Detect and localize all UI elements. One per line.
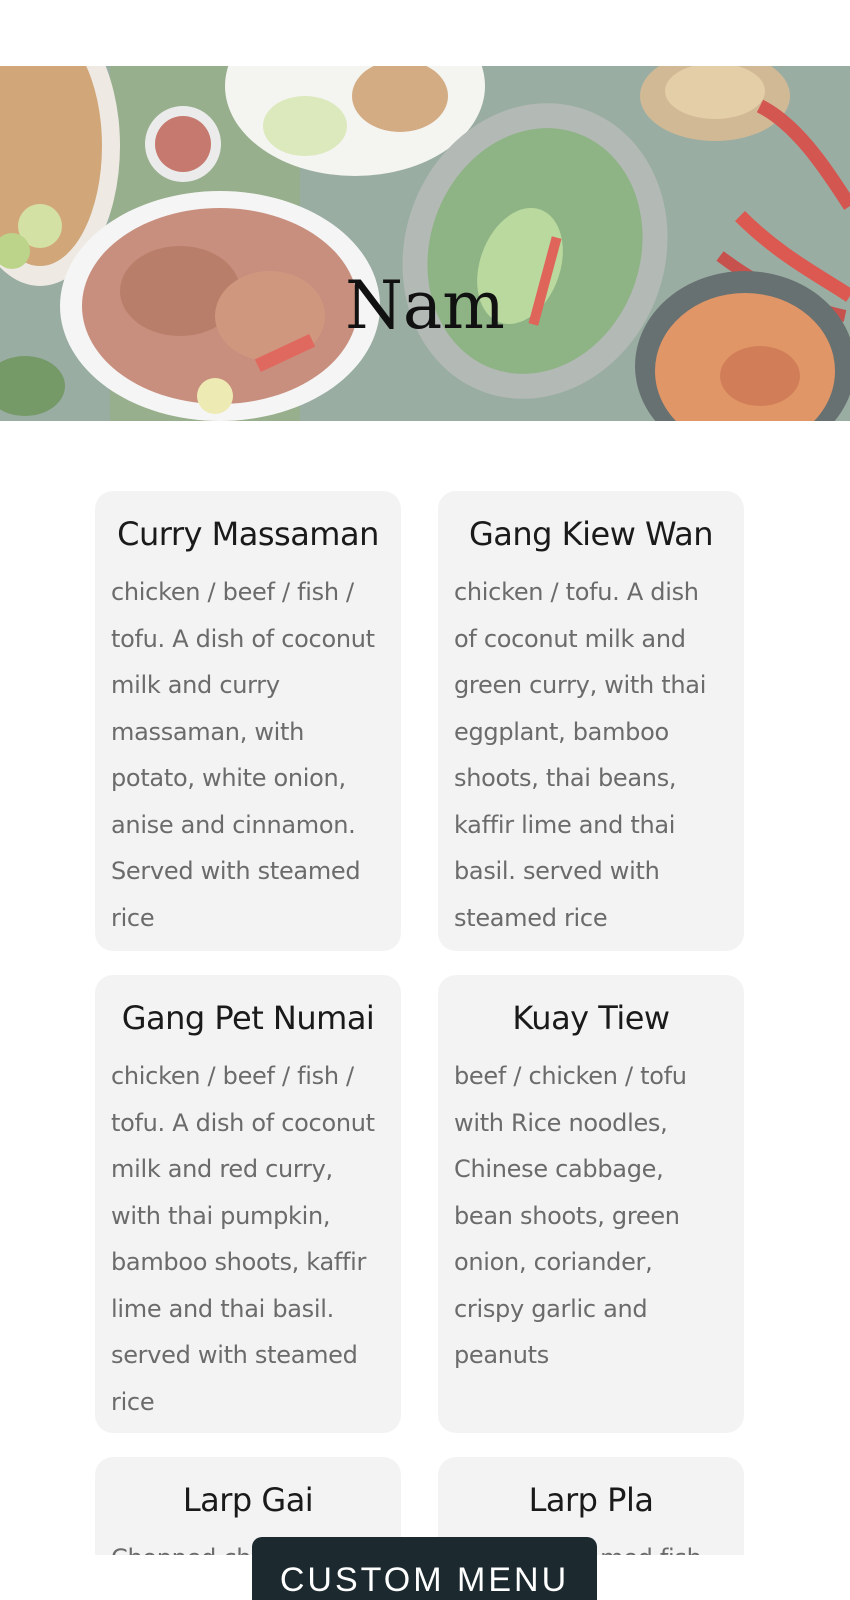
menu-card: Kuay Tiew beef / chicken / tofu with Ric…: [438, 975, 744, 1433]
custom-menu-button[interactable]: CUSTOM MENU: [252, 1537, 597, 1600]
menu-item-title: Gang Pet Numai: [121, 999, 375, 1037]
menu-item-title: Larp Pla: [528, 1481, 654, 1519]
menu-item-description: beef / chicken / tofu with Rice noodles,…: [454, 1062, 687, 1369]
menu-item-description: chicken / beef / fish / tofu. A dish of …: [111, 1062, 375, 1416]
hero-banner: Nam: [0, 66, 850, 421]
menu-item-title: Gang Kiew Wan: [468, 515, 714, 553]
menu-card: Curry Massaman chicken / beef / fish / t…: [95, 491, 401, 951]
menu-item-description: chicken / tofu. A dish of coconut milk a…: [454, 578, 707, 932]
menu-card: Gang Kiew Wan chicken / tofu. A dish of …: [438, 491, 744, 951]
menu-section: Curry Massaman chicken / beef / fish / t…: [0, 421, 850, 1555]
menu-item-title: Curry Massaman: [117, 515, 379, 553]
menu-grid: Curry Massaman chicken / beef / fish / t…: [95, 491, 744, 1555]
menu-item-description: chicken / beef / fish / tofu. A dish of …: [111, 578, 375, 932]
menu-card: Gang Pet Numai chicken / beef / fish / t…: [95, 975, 401, 1433]
restaurant-title: Nam: [345, 267, 505, 344]
food-photo-image: [0, 66, 850, 421]
menu-item-title: Kuay Tiew: [512, 999, 670, 1037]
menu-item-title: Larp Gai: [182, 1481, 314, 1519]
